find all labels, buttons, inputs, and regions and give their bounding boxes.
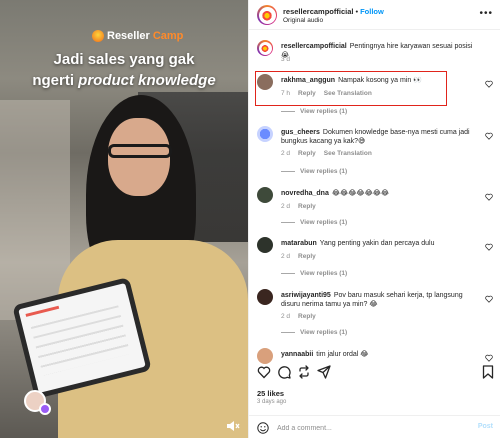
comment-username[interactable]: asriwijayanti95 [281, 292, 331, 299]
view-replies-label: View replies (1) [300, 270, 348, 277]
comment-username[interactable]: matarabun [281, 240, 317, 247]
view-replies-label: View replies (1) [300, 329, 348, 336]
view-replies-label: View replies (1) [300, 108, 348, 115]
comment-text: gus_cheers Dokumen knowledge base-nya mes… [281, 128, 477, 146]
caption-line2-emphasis: product knowledge [78, 72, 216, 89]
comment-body: tim jalur ordal 😂 [316, 351, 369, 358]
heart-icon[interactable] [485, 193, 493, 201]
share-icon[interactable] [317, 365, 331, 379]
comment-input[interactable] [277, 421, 467, 435]
brand-logo: Reseller Camp [92, 30, 183, 42]
likes-count[interactable]: 25 likes [257, 389, 284, 398]
person-glasses [108, 144, 172, 158]
emoji-icon[interactable] [257, 422, 269, 434]
comment-meta: 2 d Reply [281, 203, 324, 210]
commenter-avatar[interactable] [257, 289, 273, 305]
audio-badge-icon [39, 403, 51, 415]
comment-icon[interactable] [277, 365, 291, 379]
view-replies-button[interactable]: View replies (1) [281, 168, 347, 175]
post-header: resellercampofficial • Follow Original aud… [249, 0, 500, 30]
comment-body: 😂😂😂😂😂😂😂 [331, 190, 390, 197]
view-replies-button[interactable]: View replies (1) [281, 219, 347, 226]
commenter-avatar[interactable] [257, 237, 273, 253]
author-name-row: resellercampofficial • Follow [283, 7, 384, 16]
heart-icon[interactable] [485, 80, 493, 88]
see-translation-button[interactable]: See Translation [324, 150, 372, 157]
separator-dot: • [355, 7, 359, 16]
heart-icon[interactable] [485, 243, 493, 251]
view-replies-button[interactable]: View replies (1) [281, 329, 347, 336]
reply-button[interactable]: Reply [298, 150, 316, 157]
comment-username[interactable]: yannaabii [281, 351, 313, 358]
author-avatar[interactable] [257, 5, 277, 25]
heart-icon[interactable] [257, 365, 271, 379]
comment-time: 2 d [281, 253, 291, 260]
brand-tag: Camp [152, 30, 184, 42]
comment-meta: 2 d Reply [281, 253, 324, 260]
comment-meta: 2 d Reply [281, 313, 324, 320]
view-replies-button[interactable]: View replies (1) [281, 270, 347, 277]
highlight-box [255, 71, 447, 106]
comment-text: asriwijayanti95 Pov baru masuk sehari ker… [281, 291, 477, 309]
commenter-avatar[interactable] [257, 126, 273, 142]
caption-author-avatar[interactable] [257, 40, 273, 56]
comment-text: matarabun Yang penting yakin dan percaya … [281, 239, 477, 248]
reply-button[interactable]: Reply [298, 253, 316, 260]
caption-username[interactable]: resellercampofficial [281, 43, 347, 50]
repost-icon[interactable] [297, 365, 311, 379]
author-username[interactable]: resellercampofficial [283, 7, 353, 16]
caption-meta: 3 d [281, 56, 298, 63]
heart-icon[interactable] [485, 132, 493, 140]
video-caption-line-2: ngerti product knowledge [0, 69, 248, 93]
post-button[interactable]: Post [478, 423, 493, 430]
post-panel: resellercampofficial • Follow Original aud… [248, 0, 500, 438]
action-bar [249, 365, 500, 381]
bookmark-icon[interactable] [481, 365, 495, 379]
view-replies-label: View replies (1) [300, 168, 348, 175]
comment-time: 2 d [281, 150, 291, 157]
comment-time: 2 d [281, 313, 291, 320]
reel-video[interactable]: Reseller Camp Jadi sales yang gak ngerti … [0, 0, 248, 438]
add-comment-bar: Post [249, 415, 500, 438]
view-replies-button[interactable]: View replies (1) [281, 108, 347, 115]
commenter-avatar[interactable] [257, 187, 273, 203]
caption-text: resellercampofficial Pentingnya hire kary… [281, 42, 477, 60]
brand-name: Reseller [107, 30, 150, 42]
comment-username[interactable]: novredha_dna [281, 190, 329, 197]
brand-icon [92, 30, 104, 42]
comments-list[interactable]: resellercampofficial Pentingnya hire kary… [249, 30, 500, 385]
audio-label[interactable]: Original audio [283, 17, 323, 24]
commenter-avatar[interactable] [257, 348, 273, 364]
reply-button[interactable]: Reply [298, 203, 316, 210]
comment-text: yannaabii tim jalur ordal 😂 [281, 350, 477, 359]
comment-time: 2 d [281, 203, 291, 210]
comment-meta: 2 d Reply See Translation [281, 150, 380, 157]
heart-icon[interactable] [485, 354, 493, 362]
reply-button[interactable]: Reply [298, 313, 316, 320]
heart-icon[interactable] [485, 295, 493, 303]
caption-time: 3 d [281, 56, 291, 63]
follow-button[interactable]: Follow [360, 7, 384, 16]
comment-body: Yang penting yakin dan percaya dulu [319, 240, 435, 247]
mute-icon[interactable] [226, 420, 240, 432]
comment-username[interactable]: gus_cheers [281, 129, 320, 136]
caption-line2-pre: ngerti [32, 72, 79, 89]
comment-text: novredha_dna 😂😂😂😂😂😂😂 [281, 189, 477, 198]
post-date: 3 days ago [257, 399, 287, 405]
view-replies-label: View replies (1) [300, 219, 348, 226]
more-icon[interactable]: ••• [479, 8, 493, 19]
